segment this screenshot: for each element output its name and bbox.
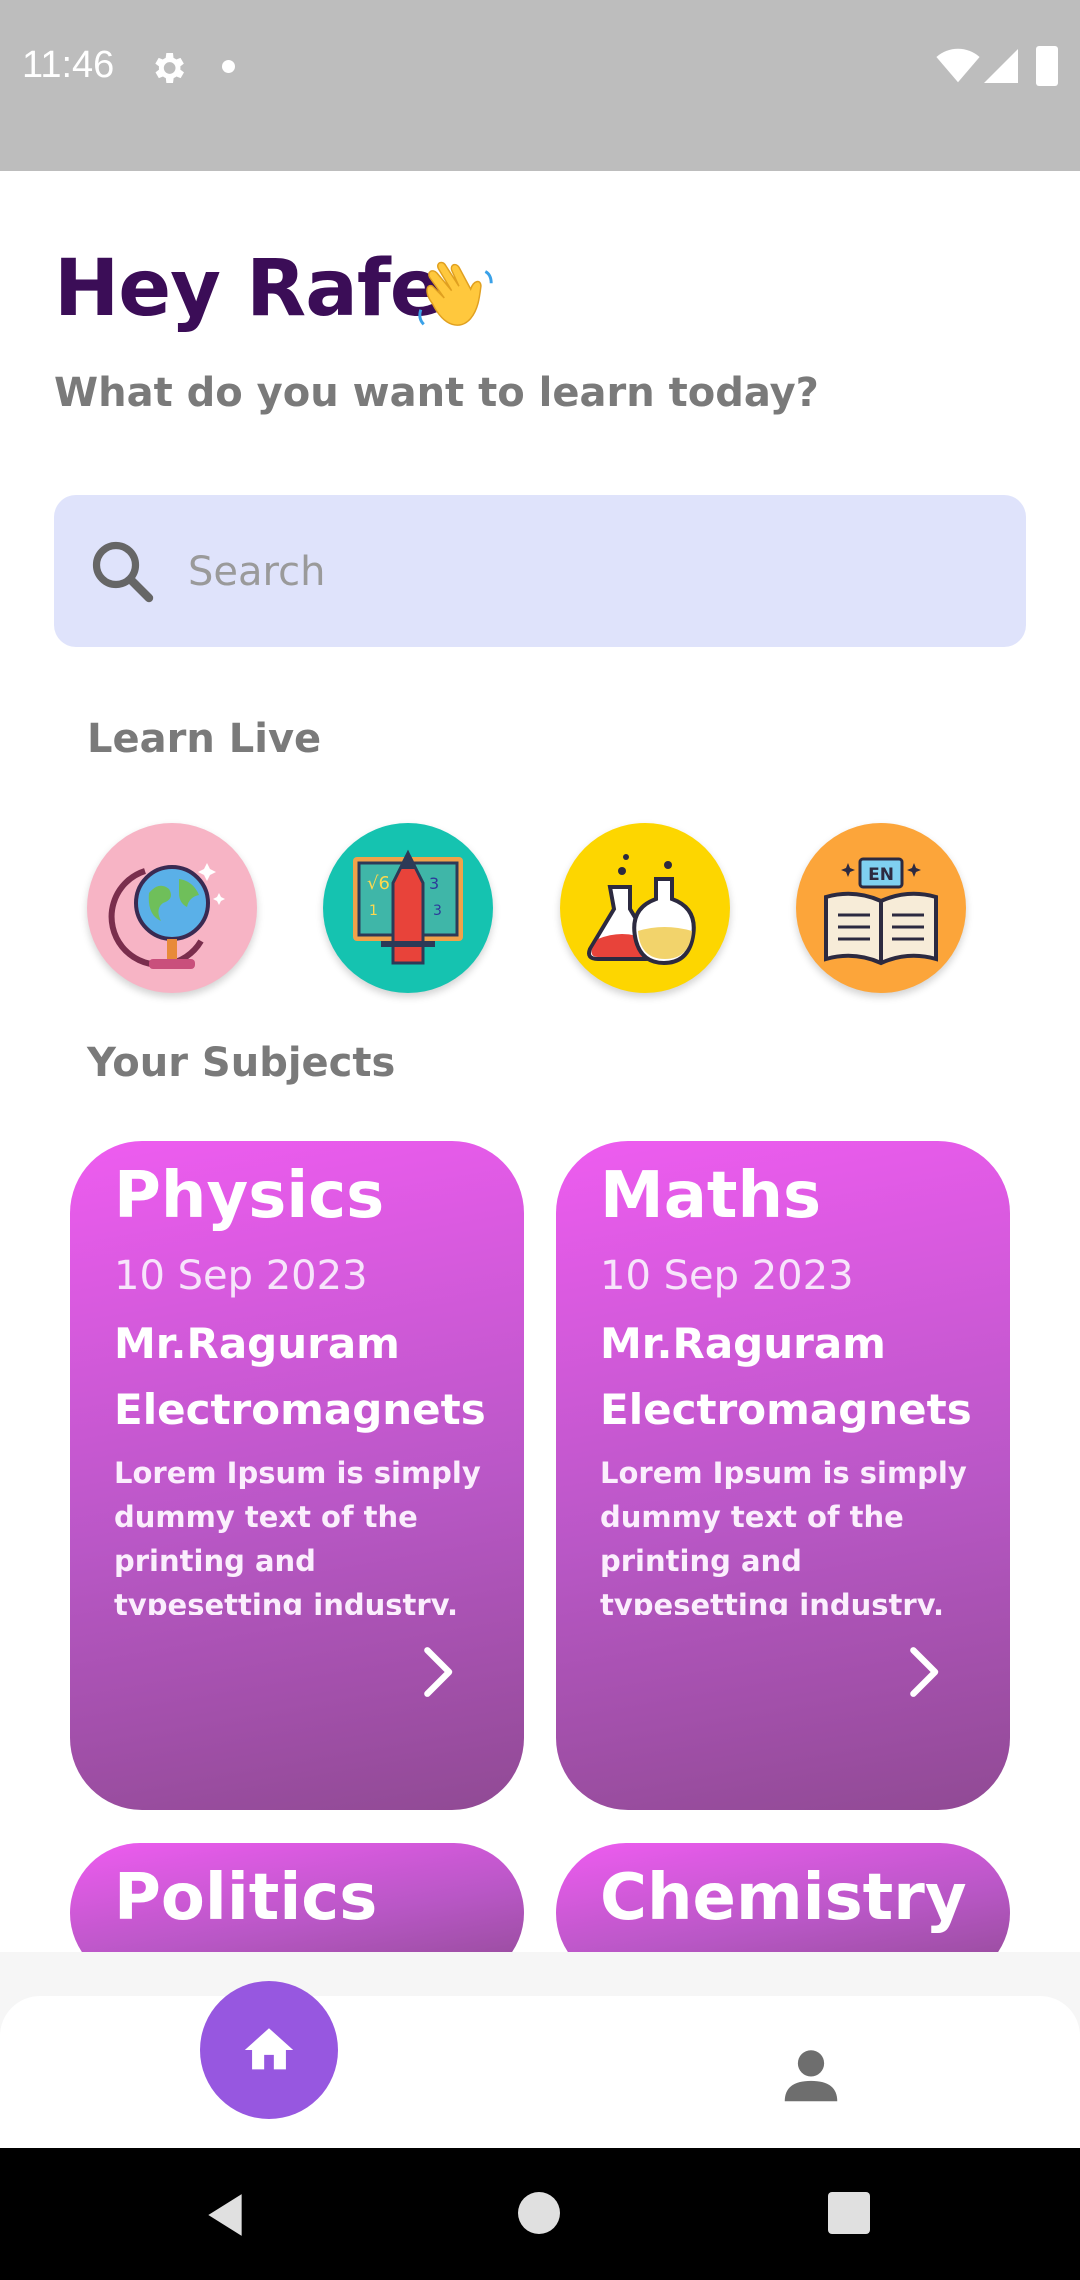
- system-navigation-bar: [0, 2148, 1080, 2280]
- notification-dot-icon: [222, 60, 235, 73]
- search-input[interactable]: [186, 535, 990, 609]
- waving-hand-icon: [418, 261, 493, 326]
- wifi-icon: [936, 48, 980, 83]
- profile-icon[interactable]: [776, 2040, 846, 2110]
- status-bar: 11:46: [0, 0, 1080, 171]
- chevron-right-icon[interactable]: [894, 1643, 952, 1701]
- card-topic: Electromagnets: [114, 1385, 486, 1434]
- svg-text:1: 1: [369, 903, 378, 919]
- home-icon: [244, 2028, 294, 2070]
- card-title: Physics: [114, 1159, 385, 1233]
- card-description: Lorem Ipsum is simply dummy text of the …: [114, 1456, 481, 1615]
- live-english-button[interactable]: EN: [796, 823, 966, 993]
- card-description: Lorem Ipsum is simply dummy text of the …: [600, 1456, 967, 1615]
- card-date: 10 Sep 2023: [114, 1253, 368, 1299]
- card-title: Chemistry: [600, 1861, 967, 1935]
- system-home-icon[interactable]: [518, 2192, 560, 2234]
- subject-card-physics[interactable]: Physics 10 Sep 2023 Mr.Raguram Electroma…: [70, 1141, 524, 1810]
- svg-text:EN: EN: [868, 865, 894, 885]
- globe-icon: [108, 863, 225, 969]
- svg-text:3: 3: [433, 903, 442, 919]
- card-date: 10 Sep 2023: [600, 1253, 854, 1299]
- search-icon: [92, 541, 154, 603]
- card-teacher: Mr.Raguram: [600, 1319, 886, 1368]
- live-maths-button[interactable]: √6 3 1 3: [323, 823, 493, 993]
- math-board-icon: √6 3 1 3: [353, 849, 463, 965]
- svg-text:√6: √6: [367, 873, 390, 894]
- your-subjects-title: Your Subjects: [87, 1040, 396, 1086]
- chevron-right-icon[interactable]: [408, 1643, 466, 1701]
- card-title: Maths: [600, 1159, 822, 1233]
- learn-live-title: Learn Live: [87, 716, 322, 762]
- live-chemistry-button[interactable]: [560, 823, 730, 993]
- card-title: Politics: [114, 1861, 378, 1935]
- search-bar[interactable]: [54, 495, 1026, 647]
- chemistry-flasks-icon: [587, 854, 696, 966]
- bottom-navigation-background: [0, 1996, 1080, 2148]
- subject-card-maths[interactable]: Maths 10 Sep 2023 Mr.Raguram Electromagn…: [556, 1141, 1010, 1810]
- greeting-subtitle: What do you want to learn today?: [54, 370, 819, 416]
- english-book-icon: EN: [824, 857, 938, 966]
- cell-signal-icon: [984, 49, 1018, 83]
- settings-gear-icon: [155, 53, 184, 83]
- battery-icon: [1036, 46, 1058, 86]
- live-globe-button[interactable]: [87, 823, 257, 993]
- svg-text:3: 3: [429, 874, 439, 893]
- bottom-navigation: [0, 1952, 1080, 2148]
- greeting-title: Hey Rafe: [54, 244, 443, 334]
- card-topic: Electromagnets: [600, 1385, 972, 1434]
- status-time: 11:46: [22, 44, 115, 86]
- card-teacher: Mr.Raguram: [114, 1319, 400, 1368]
- recent-apps-icon[interactable]: [828, 2192, 870, 2234]
- home-nav-button[interactable]: [200, 1981, 338, 2119]
- back-icon[interactable]: [200, 2190, 250, 2240]
